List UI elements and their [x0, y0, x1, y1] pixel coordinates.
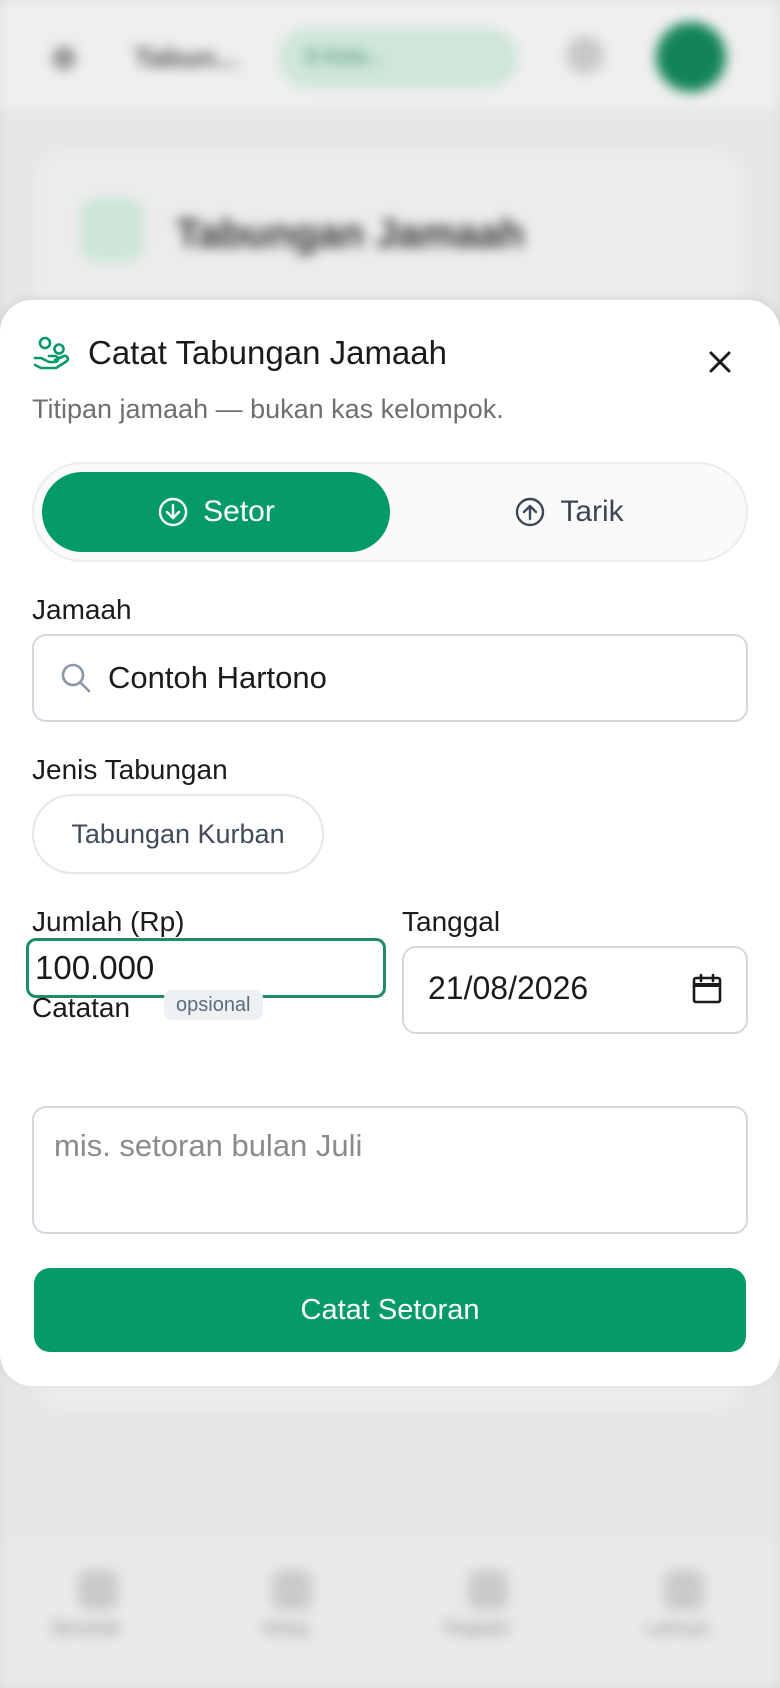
hand-coins-icon — [33, 336, 70, 370]
nav-label-home: Beranda — [52, 1618, 121, 1638]
nav-setup-icon — [272, 1570, 312, 1610]
nav-label-register: Register — [444, 1618, 512, 1638]
calendar-icon[interactable] — [690, 972, 724, 1006]
arrow-up-circle-icon — [516, 497, 545, 527]
search-icon — [61, 663, 91, 693]
amount-value: 100.000 — [35, 949, 155, 986]
tarik-button[interactable]: Tarik — [398, 472, 740, 552]
transaction-type-toggle: Setor Tarik — [32, 462, 748, 562]
optional-badge: opsional — [164, 990, 263, 1020]
tanggal-label: Tanggal — [402, 906, 501, 937]
app-title: Tabun... — [134, 42, 240, 73]
setor-label: Setor — [203, 495, 275, 528]
setor-button[interactable]: Setor — [42, 472, 390, 552]
modal-subtitle: Titipan jamaah — bukan kas kelompok. — [32, 394, 504, 424]
card-icon — [80, 198, 144, 262]
modal-title: Catat Tabungan Jamaah — [88, 334, 447, 371]
date-value: 21/08/2026 — [428, 970, 589, 1006]
date-input[interactable]: 21/08/2026 — [402, 946, 748, 1034]
group-chip-label: 8 Kelo... — [306, 44, 387, 69]
avatar — [656, 22, 726, 92]
bell-icon — [566, 36, 604, 74]
nav-label-more: Lainnya — [646, 1618, 710, 1638]
catatan-label: Catatan — [32, 992, 131, 1023]
jamaah-value: Contoh Hartono — [108, 660, 327, 695]
nav-home-icon — [78, 1570, 118, 1610]
jumlah-label: Jumlah (Rp) — [32, 906, 185, 937]
jamaah-search-input[interactable]: Contoh Hartono — [32, 634, 748, 722]
card-title: Tabungan Jamaah — [176, 212, 525, 256]
note-placeholder: mis. setoran bulan Juli — [54, 1128, 363, 1163]
tarik-label: Tarik — [560, 495, 624, 528]
close-icon[interactable] — [702, 344, 738, 380]
jenis-tabungan-label: Jenis Tabungan — [32, 754, 228, 785]
jamaah-label: Jamaah — [32, 594, 132, 625]
tabungan-kurban-option[interactable]: Tabungan Kurban — [32, 794, 324, 874]
arrow-down-circle-icon — [158, 497, 188, 527]
note-textarea[interactable]: mis. setoran bulan Juli — [32, 1106, 748, 1234]
record-savings-modal: Catat Tabungan Jamaah Titipan jamaah — b… — [0, 300, 780, 1386]
amount-input[interactable]: 100.000 — [26, 938, 386, 998]
bottom-nav — [0, 1540, 780, 1688]
nav-register-icon — [468, 1570, 508, 1610]
nav-label-setup: Setup — [262, 1618, 310, 1638]
nav-more-icon — [664, 1570, 704, 1610]
back-icon — [52, 46, 76, 70]
submit-button[interactable]: Catat Setoran — [34, 1268, 746, 1352]
